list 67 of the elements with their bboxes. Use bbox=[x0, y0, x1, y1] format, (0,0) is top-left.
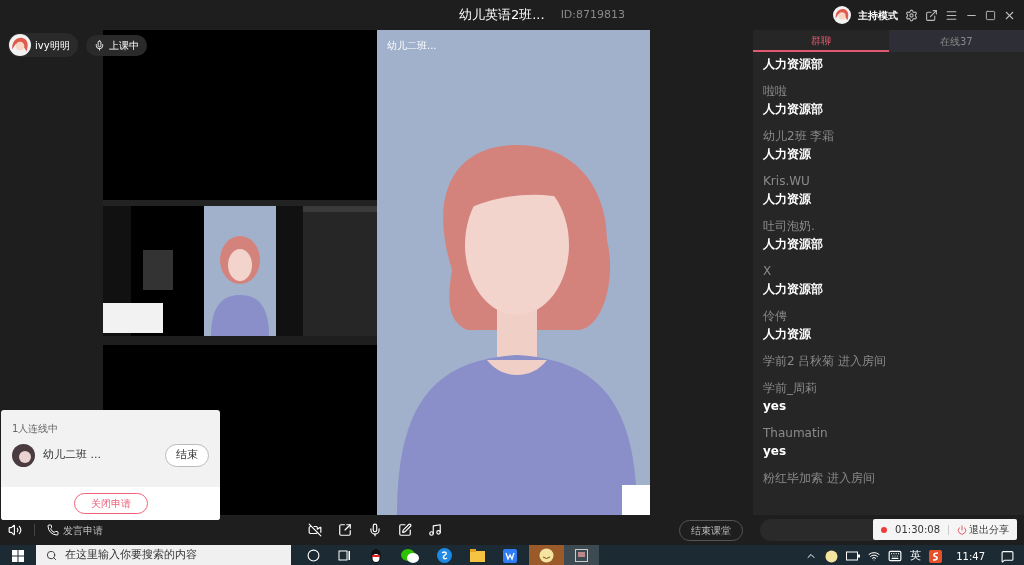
ime-indicator[interactable]: 英 bbox=[910, 548, 922, 565]
menu-icon[interactable] bbox=[945, 8, 958, 22]
room-id: ID:8719813 bbox=[560, 6, 626, 23]
share-icon[interactable] bbox=[338, 523, 352, 537]
penguin-icon[interactable] bbox=[369, 548, 383, 563]
power-icon bbox=[957, 524, 967, 535]
input-method-icon[interactable] bbox=[929, 549, 943, 563]
document-app-icon[interactable] bbox=[503, 548, 517, 563]
participant-name: 幼儿二班 ... bbox=[43, 447, 102, 464]
host-avatar bbox=[833, 6, 851, 24]
maximize-icon[interactable] bbox=[985, 9, 996, 21]
user-avatar bbox=[9, 34, 31, 56]
active-app-tile[interactable] bbox=[529, 545, 564, 565]
taskbar-search-field[interactable]: 在这里输入你要搜索的内容 bbox=[36, 545, 291, 565]
end-button[interactable]: 结束 bbox=[165, 444, 209, 467]
notification-icon[interactable] bbox=[1001, 549, 1014, 563]
microphone-icon[interactable] bbox=[368, 523, 382, 537]
join-notice: 粉红毕加索 进入房间 bbox=[763, 470, 876, 487]
speaker-icon[interactable] bbox=[8, 523, 22, 537]
app-window-icon bbox=[575, 548, 588, 562]
window-title: 幼儿英语2班... bbox=[458, 6, 545, 25]
chat-message: 人力资源部 bbox=[763, 56, 824, 73]
sender-name: 吐司泡奶. bbox=[763, 218, 816, 235]
sender-name: X bbox=[763, 263, 773, 280]
chat-bubbles-icon[interactable] bbox=[401, 548, 419, 563]
sender-name: Kris.WU bbox=[763, 173, 811, 190]
music-icon[interactable] bbox=[428, 523, 442, 537]
sender-name: 学前_周莉 bbox=[763, 380, 818, 397]
link-count: 1人连线中 bbox=[11, 422, 60, 436]
chat-message: yes bbox=[763, 443, 788, 460]
edit-icon[interactable] bbox=[398, 523, 412, 537]
join-notice: 学前2 吕秋菊 进入房间 bbox=[763, 353, 888, 370]
task-view-icon[interactable] bbox=[338, 549, 351, 562]
sender-name: 幼儿2班 李霜 bbox=[763, 128, 836, 145]
chat-input[interactable] bbox=[760, 519, 878, 541]
speak-request-button[interactable]: 发言申请 bbox=[47, 522, 103, 538]
sender-name: 伶俜 bbox=[763, 308, 788, 325]
host-mode-label[interactable]: 主持模式 bbox=[858, 7, 898, 23]
chat-message: 人力资源部 bbox=[763, 236, 824, 253]
external-link-icon[interactable] bbox=[925, 8, 938, 22]
user-chip: ivy明明 bbox=[8, 33, 78, 57]
chat-message: 人力资源 bbox=[763, 146, 812, 163]
search-icon bbox=[46, 549, 57, 561]
status-chip: 上课中 bbox=[85, 34, 147, 56]
settings-icon[interactable] bbox=[905, 8, 918, 22]
browser-icon[interactable] bbox=[437, 548, 452, 563]
chat-tab[interactable]: 群聊 bbox=[753, 30, 889, 52]
camera-off-icon[interactable] bbox=[308, 523, 322, 537]
keyboard-icon[interactable] bbox=[888, 549, 903, 564]
windows-icon[interactable] bbox=[12, 550, 24, 562]
chat-message: 人力资源部 bbox=[763, 281, 824, 298]
chat-message: 人力资源部 bbox=[763, 101, 824, 118]
sender-name: Thaumatin bbox=[763, 425, 829, 442]
sender-name: 啦啦 bbox=[763, 83, 788, 100]
chat-tab[interactable]: 在线37 bbox=[888, 30, 1024, 52]
open-app-tile[interactable] bbox=[564, 545, 599, 565]
chat-message: yes bbox=[763, 398, 788, 415]
chat-message: 人力资源 bbox=[763, 191, 812, 208]
battery-icon[interactable] bbox=[846, 551, 861, 562]
phone-icon bbox=[47, 524, 59, 536]
share-timer: 01:30:08 bbox=[895, 523, 940, 537]
chat-message: 人力资源 bbox=[763, 326, 812, 343]
exit-share-button[interactable]: 退出分享 bbox=[957, 522, 1009, 537]
clock: 11:47 bbox=[956, 549, 985, 564]
microphone-icon bbox=[93, 39, 105, 51]
folder-icon[interactable] bbox=[470, 549, 485, 562]
participant-avatar bbox=[12, 444, 35, 467]
